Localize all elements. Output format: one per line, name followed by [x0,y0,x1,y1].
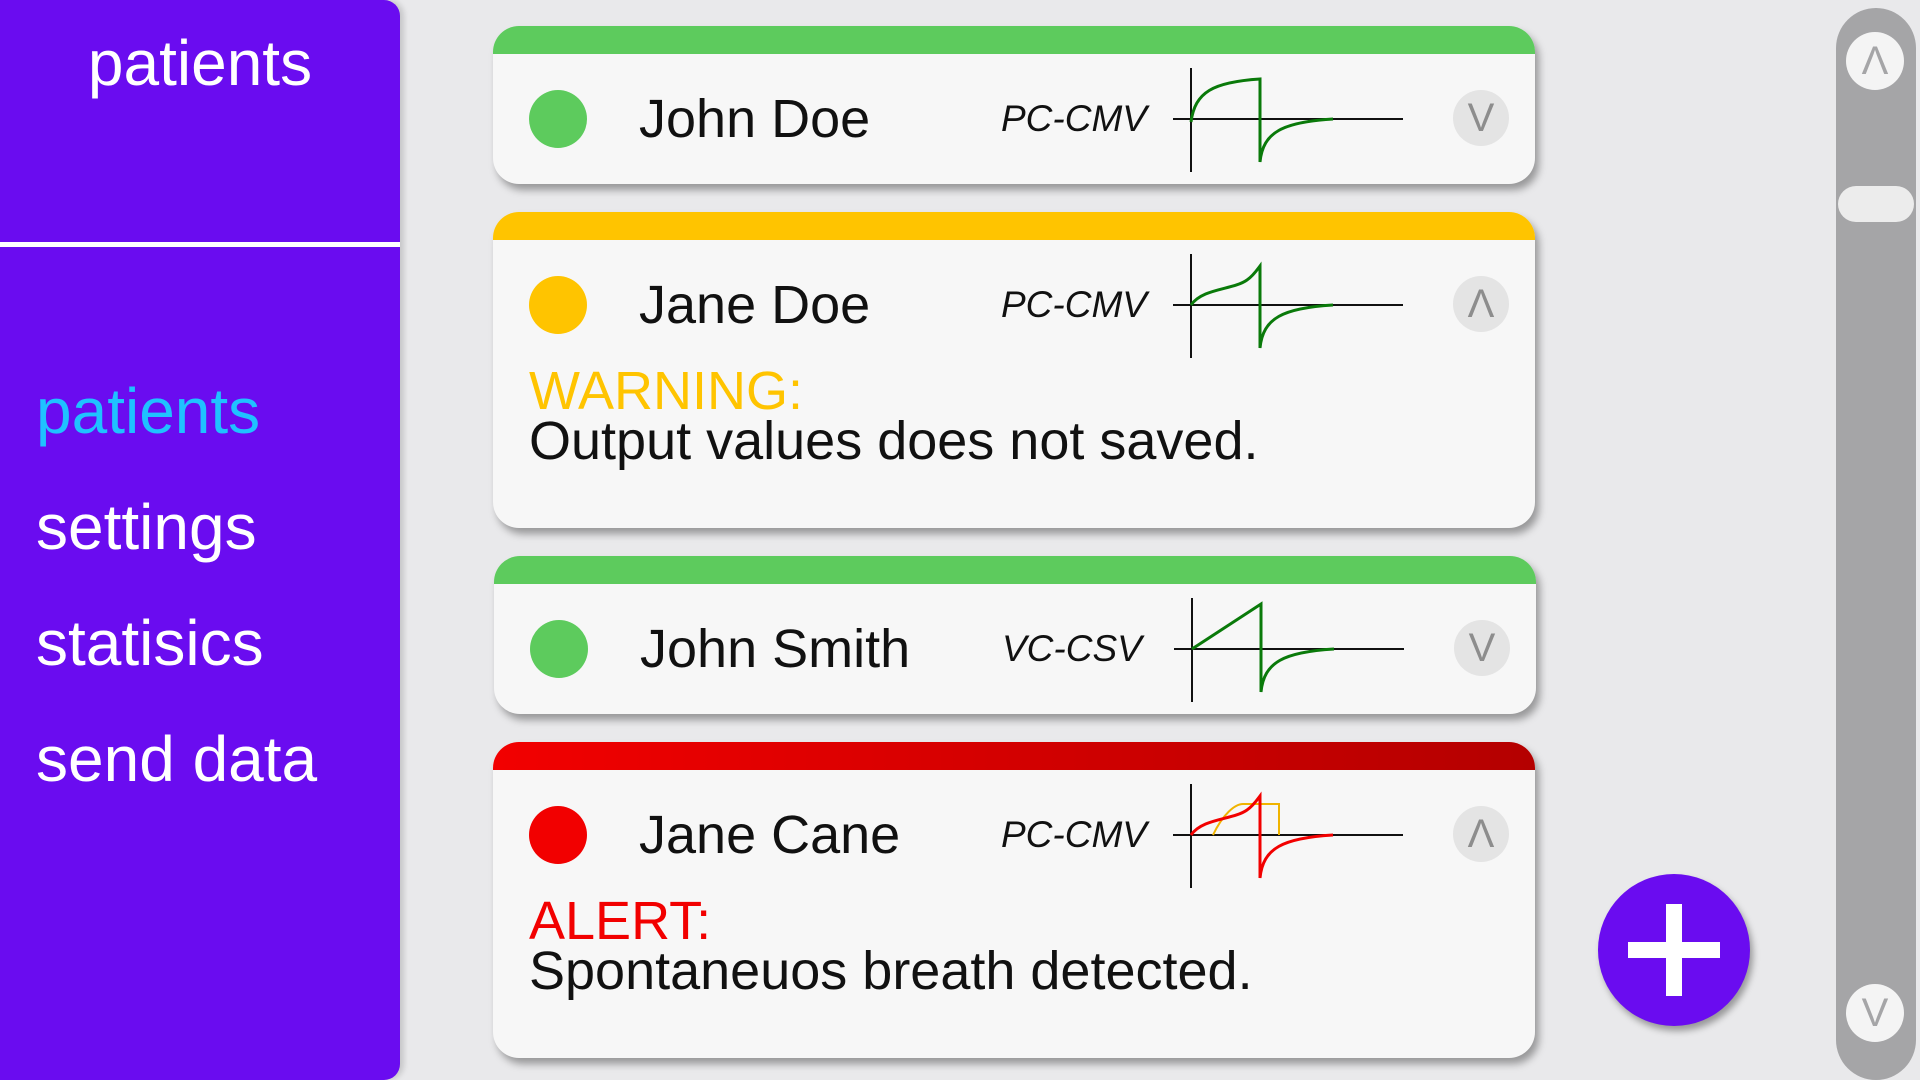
scroll-thumb[interactable] [1838,186,1914,222]
status-indicator [529,90,587,148]
status-bar [493,742,1535,770]
status-indicator [530,620,588,678]
patient-card-john-smith[interactable]: John Smith VC-CSV V [494,556,1536,714]
status-indicator [529,806,587,864]
expand-button[interactable]: V [1454,620,1510,676]
patient-name: Jane Cane [639,805,901,865]
patient-card-jane-doe[interactable]: Jane Doe PC-CMV Λ WARNING: Output values… [493,212,1535,528]
waveform-chart [1173,68,1403,172]
sidebar: patients patients settings statisics sen… [0,0,400,1080]
waveform-chart [1173,254,1403,358]
scroll-down-button[interactable]: V [1846,984,1904,1042]
expand-button[interactable]: V [1453,90,1509,146]
ventilation-mode: PC-CMV [1001,98,1147,139]
nav-item-patients[interactable]: patients [36,374,260,448]
nav-item-statistics[interactable]: statisics [36,606,264,680]
plus-icon-vertical [1666,904,1682,996]
patient-name: John Doe [639,89,871,149]
scroll-up-button[interactable]: Λ [1846,32,1904,90]
status-bar [493,26,1535,54]
ventilation-mode: VC-CSV [1002,628,1142,669]
nav-item-settings[interactable]: settings [36,490,257,564]
patient-name: John Smith [640,619,911,679]
patient-name: Jane Doe [639,275,871,335]
collapse-button[interactable]: Λ [1453,806,1509,862]
sidebar-title: patients [87,27,313,99]
scrollbar[interactable]: Λ V [1836,8,1916,1080]
patient-card-john-doe[interactable]: John Doe PC-CMV V [493,26,1535,184]
collapse-button[interactable]: Λ [1453,276,1509,332]
patient-card-jane-cane[interactable]: Jane Cane PC-CMV Λ ALERT: Spontaneuos br… [493,742,1535,1058]
warning-message: Output values does not saved. [529,411,1259,471]
status-indicator [529,276,587,334]
status-bar [494,556,1536,584]
waveform-chart [1173,784,1403,888]
status-bar [493,212,1535,240]
add-patient-button[interactable] [1598,874,1750,1026]
sidebar-divider [0,242,400,247]
nav-item-send-data[interactable]: send data [36,722,317,796]
waveform-chart [1174,598,1404,702]
alert-message: Spontaneuos breath detected. [529,941,1253,1001]
ventilation-mode: PC-CMV [1001,284,1147,325]
ventilation-mode: PC-CMV [1001,814,1147,855]
